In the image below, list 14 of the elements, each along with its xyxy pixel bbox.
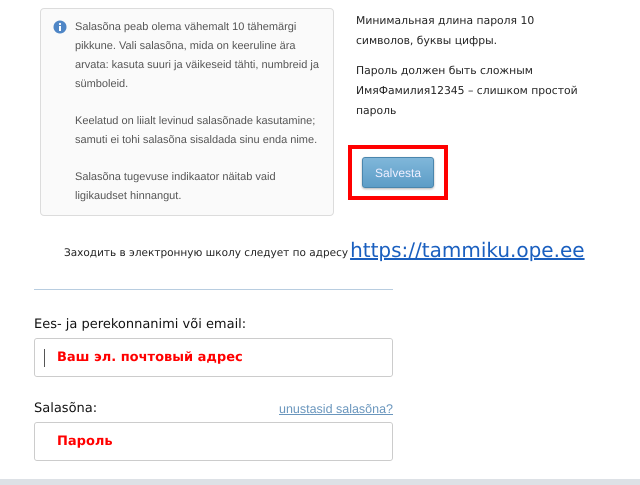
field-label: Ees- ja perekonnanimi või email:: [34, 317, 246, 332]
input-field[interactable]: Пароль: [34, 422, 393, 461]
input-field[interactable]: Ваш эл. почтовый адрес: [34, 338, 393, 377]
info-icon: [53, 20, 67, 34]
address-link[interactable]: https://tammiku.ope.ee: [350, 238, 585, 262]
save-button[interactable]: Salvesta: [362, 157, 434, 188]
address-text: Заходить в электронную школу следует по адресу: [64, 247, 348, 261]
info-paragraph: Salasõna peab olema vähemalt 10 tähemärgi pikkune. Vali salasõna, mida on keeruline ära arvata: kasuta suuri ja väikeseid tähti, numbreid ja sümboleid.: [75, 20, 320, 92]
note-text: Минимальная длина пароля 10 символов, буквы цифры.: [356, 13, 536, 49]
info-paragraph: Keelatud on liialt levinud salasõnade kasutamine; samuti ei tohi salasõna sisaldada sinu enda nime.: [75, 114, 318, 148]
info-paragraph: Salasõna tugevuse indikaator näitab vaid ligikaudset hinnangut.: [75, 170, 277, 204]
forgot-password-link[interactable]: unustasid salasõna?: [279, 402, 393, 416]
note-text: Пароль должен быть сложным ИмяФамилия12345 – слишком простой пароль: [356, 63, 579, 119]
field-label: Salasõna:: [34, 401, 98, 416]
